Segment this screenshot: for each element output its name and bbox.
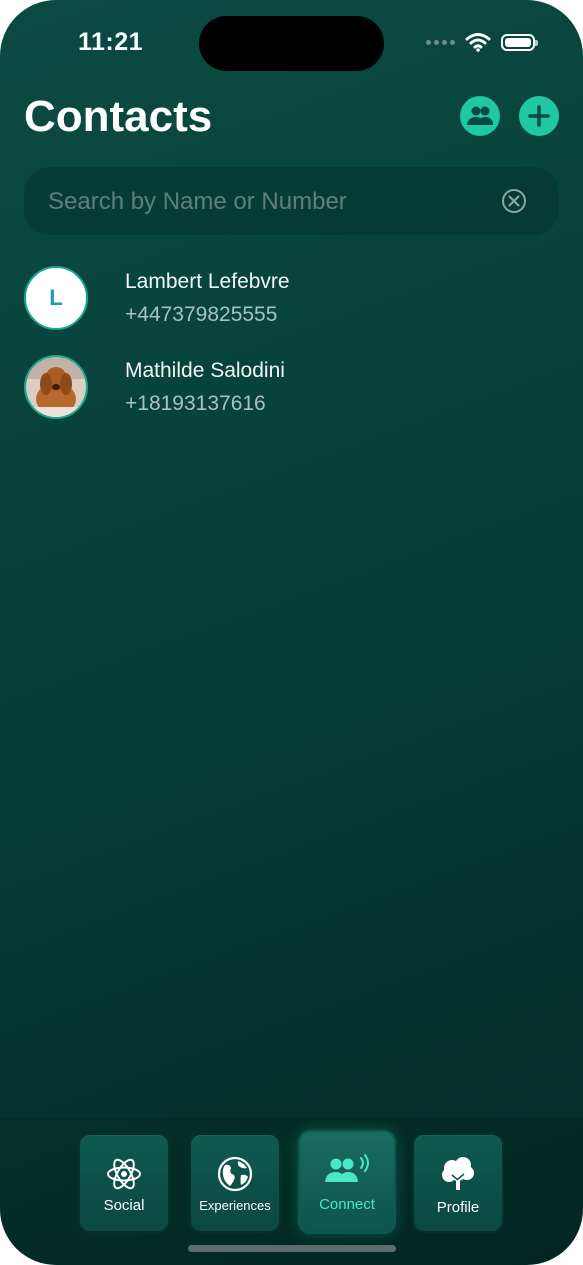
search-bar <box>24 167 559 237</box>
contact-row[interactable]: L Lambert Lefebvre +447379825555 <box>0 264 583 344</box>
avatar-photo <box>24 355 88 419</box>
battery-icon <box>501 33 538 51</box>
contact-phone: +447379825555 <box>125 303 278 326</box>
dog-photo-icon <box>26 357 86 417</box>
contact-name: Lambert Lefebvre <box>125 270 290 293</box>
clear-search-icon[interactable] <box>501 188 527 214</box>
wifi-icon <box>465 33 491 52</box>
group-contacts-button[interactable] <box>460 96 500 136</box>
plus-icon <box>528 105 550 127</box>
tab-label: Connect <box>319 1196 375 1213</box>
home-indicator <box>188 1245 396 1252</box>
add-contact-button[interactable] <box>519 96 559 136</box>
atom-icon <box>107 1158 141 1190</box>
cellular-signal-icon <box>426 39 455 45</box>
search-input[interactable] <box>24 167 510 237</box>
globe-icon <box>217 1156 253 1192</box>
contact-name: Mathilde Salodini <box>125 359 285 382</box>
tree-icon <box>442 1157 474 1190</box>
dynamic-island <box>199 16 384 71</box>
tab-experiences[interactable]: Experiences <box>189 1133 281 1233</box>
tab-social[interactable]: Social <box>78 1133 170 1233</box>
phone-screen: 11:21 Contacts L <box>0 0 583 1265</box>
tab-connect[interactable]: Connect <box>298 1130 396 1234</box>
tab-label: Social <box>103 1197 145 1214</box>
contact-row[interactable]: Mathilde Salodini +18193137616 <box>0 353 583 433</box>
people-icon <box>467 106 493 125</box>
tab-label: Experiences <box>199 1198 271 1213</box>
status-time: 11:21 <box>78 28 144 56</box>
tab-profile[interactable]: Profile <box>412 1133 504 1233</box>
page-title: Contacts <box>24 92 213 141</box>
people-waves-icon <box>325 1154 369 1182</box>
tab-label: Profile <box>436 1199 480 1216</box>
status-indicators <box>426 32 538 52</box>
contact-phone: +18193137616 <box>125 392 266 415</box>
avatar: L <box>24 266 88 330</box>
